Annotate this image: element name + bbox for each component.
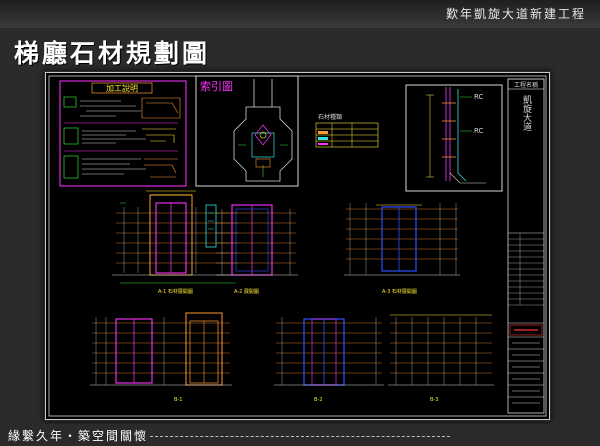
cad-drawing: 加工說明 索引圖 石材種類 RC RC 工程名稱 凱旋大道 A-1 石材展開圖 … — [48, 75, 547, 417]
project-name: 歎年凱旋大道新建工程 — [445, 7, 586, 21]
elevation-b3: B-3 — [388, 314, 494, 403]
title-block-project: 凱旋大道 — [521, 95, 532, 132]
caption-b2: B-2 — [314, 397, 322, 403]
page-title: 梯廳石材規劃圖 — [14, 39, 211, 68]
title-block: 工程名稱 凱旋大道 — [507, 78, 545, 414]
legend-title: 石材種類 — [318, 113, 342, 121]
caption-a1: A-1 石材展開圖 — [158, 288, 193, 295]
wall-section-panel: RC RC — [405, 84, 503, 192]
index-plan-panel: 索引圖 — [195, 75, 299, 187]
notes-panel: 加工說明 — [59, 80, 187, 187]
elevation-a2: A-2 展開圖 — [216, 204, 298, 295]
notes-title: 加工說明 — [106, 83, 138, 93]
footer-divider — [150, 436, 450, 437]
caption-a3: A-3 石材展開圖 — [382, 288, 417, 295]
caption-a2: A-2 展開圖 — [234, 289, 259, 295]
index-title: 索引圖 — [200, 79, 233, 93]
footer-slogan: 緣繫久年・築空間關懷 — [8, 429, 149, 443]
section-label-rc-1: RC — [474, 93, 484, 101]
elevation-b2: B-2 — [274, 317, 384, 403]
caption-b3: B-3 — [430, 397, 438, 403]
stone-legend-table: 石材種類 — [315, 113, 379, 148]
section-label-rc-2: RC — [474, 127, 484, 135]
elevation-b1: B-1 — [90, 312, 232, 403]
caption-b1: B-1 — [174, 397, 182, 403]
cad-drawing-sheet: 加工說明 索引圖 石材種類 RC RC 工程名稱 凱旋大道 A-1 石材展開圖 … — [45, 72, 550, 420]
elevation-upper-right: A-3 石材展開圖 — [344, 203, 460, 295]
title-block-header: 工程名稱 — [514, 81, 538, 89]
